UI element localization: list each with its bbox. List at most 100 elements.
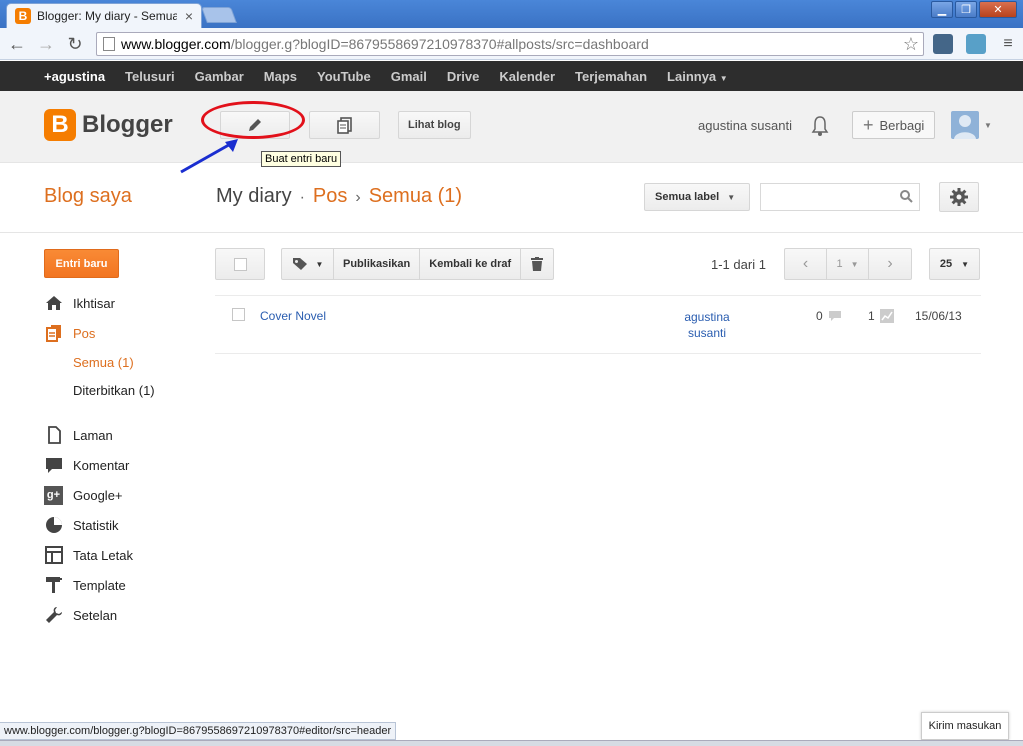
sidebar-item-label: Setelan bbox=[73, 607, 118, 623]
tab-close-icon[interactable]: × bbox=[185, 8, 193, 24]
pagination: ‹ 1 ▼ › bbox=[784, 248, 912, 280]
settings-button[interactable] bbox=[939, 182, 979, 212]
label-tag-button[interactable]: ▼ bbox=[282, 249, 334, 279]
new-tab-button[interactable] bbox=[201, 7, 237, 23]
breadcrumb-chevron: › bbox=[355, 189, 361, 206]
pagination-range: 1-1 dari 1 bbox=[711, 257, 766, 272]
posts-icon bbox=[45, 325, 61, 342]
gbar-maps[interactable]: Maps bbox=[264, 69, 297, 84]
chevron-down-icon: ▼ bbox=[850, 259, 859, 269]
select-all-checkbox-button[interactable] bbox=[215, 248, 265, 280]
trash-icon bbox=[531, 257, 544, 271]
annotation-blue-arrow-icon bbox=[180, 139, 238, 174]
address-url: www.blogger.com/blogger.g?blogID=8679558… bbox=[121, 36, 649, 52]
share-label: Berbagi bbox=[879, 117, 925, 133]
pages-icon bbox=[47, 426, 61, 444]
delete-button[interactable] bbox=[521, 249, 553, 279]
sidebar-subitem-all[interactable]: Semua (1) bbox=[73, 355, 134, 370]
browser-tab-active[interactable]: B Blogger: My diary - Semua en × bbox=[6, 3, 202, 28]
back-arrow-icon[interactable]: ← bbox=[6, 33, 28, 55]
comments-icon bbox=[45, 458, 62, 473]
view-blog-button[interactable]: Lihat blog bbox=[398, 111, 471, 139]
google-bar: +agustina Telusuri Gambar Maps YouTube G… bbox=[0, 61, 1023, 91]
comment-count-value: 0 bbox=[816, 309, 823, 323]
user-name[interactable]: agustina susanti bbox=[698, 118, 792, 133]
stats-icon bbox=[45, 517, 62, 533]
row-checkbox[interactable] bbox=[232, 308, 245, 321]
stats-chart-icon bbox=[879, 309, 894, 323]
next-page-chevron-icon[interactable]: › bbox=[869, 249, 911, 279]
breadcrumb: My diary · Pos › Semua (1) bbox=[216, 185, 462, 208]
gbar-profile[interactable]: +agustina bbox=[44, 69, 105, 84]
window-close-icon[interactable]: ✕ bbox=[979, 1, 1017, 18]
gbar-search[interactable]: Telusuri bbox=[125, 69, 175, 84]
sidebar-item-pages[interactable]: Laman bbox=[44, 425, 113, 445]
sidebar-item-label: Template bbox=[73, 577, 126, 593]
tag-icon bbox=[292, 258, 307, 270]
search-icon[interactable] bbox=[899, 189, 913, 203]
browser-toolbar: ← → ↻ www.blogger.com/blogger.g?blogID=8… bbox=[0, 28, 1023, 60]
sidebar-item-settings[interactable]: Setelan bbox=[44, 605, 117, 625]
select-all-checkbox[interactable] bbox=[233, 257, 247, 271]
tooltip-new-post: Buat entri baru bbox=[261, 151, 342, 167]
publish-button[interactable]: Publikasikan bbox=[334, 249, 421, 279]
home-icon bbox=[45, 296, 62, 310]
sidebar-item-comments[interactable]: Komentar bbox=[44, 455, 129, 475]
send-feedback-button[interactable]: Kirim masukan bbox=[921, 712, 1009, 740]
page-select[interactable]: 1 ▼ bbox=[827, 249, 869, 279]
chevron-down-icon: ▼ bbox=[727, 192, 736, 202]
label-filter-dropdown[interactable]: Semua label ▼ bbox=[644, 183, 750, 211]
reload-icon[interactable]: ↻ bbox=[64, 33, 86, 55]
gbar-calendar[interactable]: Kalender bbox=[499, 69, 555, 84]
gbar-more[interactable]: Lainnya ▼ bbox=[667, 69, 728, 84]
page-number: 1 bbox=[836, 258, 843, 270]
sidebar-item-stats[interactable]: Statistik bbox=[44, 515, 119, 535]
post-comment-count[interactable]: 0 bbox=[816, 309, 842, 323]
account-chevron-down-icon[interactable]: ▼ bbox=[984, 121, 992, 130]
sidebar-item-posts[interactable]: Pos bbox=[44, 323, 95, 343]
post-title-link[interactable]: Cover Novel bbox=[260, 309, 326, 323]
minimize-icon[interactable]: ▁ bbox=[931, 1, 953, 18]
prev-page-chevron-icon[interactable]: ‹ bbox=[785, 249, 827, 279]
menu-icon[interactable]: ≡ bbox=[997, 33, 1019, 55]
view-count-value: 1 bbox=[868, 309, 875, 323]
sidebar-item-template[interactable]: Template bbox=[44, 575, 126, 595]
breadcrumb-blog-name[interactable]: My diary bbox=[216, 185, 292, 207]
breadcrumb-posts[interactable]: Pos bbox=[313, 185, 347, 207]
sidebar-item-overview[interactable]: Ikhtisar bbox=[44, 293, 115, 313]
address-bar[interactable]: www.blogger.com/blogger.g?blogID=8679558… bbox=[96, 32, 924, 56]
header-divider bbox=[0, 232, 1023, 233]
maximize-icon[interactable]: ❐ bbox=[955, 1, 977, 18]
gbar-images[interactable]: Gambar bbox=[195, 69, 244, 84]
sidebar-item-label: Statistik bbox=[73, 517, 119, 533]
new-post-button[interactable]: Entri baru bbox=[44, 249, 119, 278]
posts-list-button[interactable] bbox=[309, 111, 380, 139]
search-input[interactable] bbox=[760, 183, 920, 211]
gbar-drive[interactable]: Drive bbox=[447, 69, 480, 84]
post-author-link[interactable]: agustina susanti bbox=[676, 309, 738, 341]
url-host: www.blogger.com bbox=[121, 36, 231, 52]
avatar[interactable] bbox=[951, 111, 979, 139]
share-button[interactable]: + Berbagi bbox=[852, 111, 936, 139]
gbar-more-label: Lainnya bbox=[667, 68, 717, 84]
plus-icon: + bbox=[863, 114, 874, 135]
gbar-youtube[interactable]: YouTube bbox=[317, 69, 371, 84]
tab-title: Blogger: My diary - Semua en bbox=[37, 9, 177, 23]
extension-icon[interactable] bbox=[933, 34, 953, 54]
post-view-count: 1 bbox=[868, 309, 894, 323]
blogger-logo[interactable]: B Blogger bbox=[44, 109, 173, 141]
gbar-translate[interactable]: Terjemahan bbox=[575, 69, 647, 84]
sidebar-subitem-published[interactable]: Diterbitkan (1) bbox=[73, 383, 155, 398]
forward-arrow-icon[interactable]: → bbox=[35, 33, 57, 55]
bookmark-star-icon[interactable]: ☆ bbox=[903, 34, 919, 55]
sidebar-item-layout[interactable]: Tata Letak bbox=[44, 545, 133, 565]
my-blogs-link[interactable]: Blog saya bbox=[44, 185, 132, 208]
revert-to-draft-button[interactable]: Kembali ke draf bbox=[420, 249, 522, 279]
gbar-gmail[interactable]: Gmail bbox=[391, 69, 427, 84]
list-row-divider bbox=[215, 353, 981, 354]
per-page-dropdown[interactable]: 25 ▼ bbox=[929, 248, 980, 280]
sidebar-item-google-plus[interactable]: g+ Google+ bbox=[44, 485, 123, 505]
notification-bell-icon[interactable] bbox=[810, 115, 830, 137]
comment-bubble-icon bbox=[828, 311, 841, 321]
extension-puzzle-icon[interactable] bbox=[966, 34, 986, 54]
